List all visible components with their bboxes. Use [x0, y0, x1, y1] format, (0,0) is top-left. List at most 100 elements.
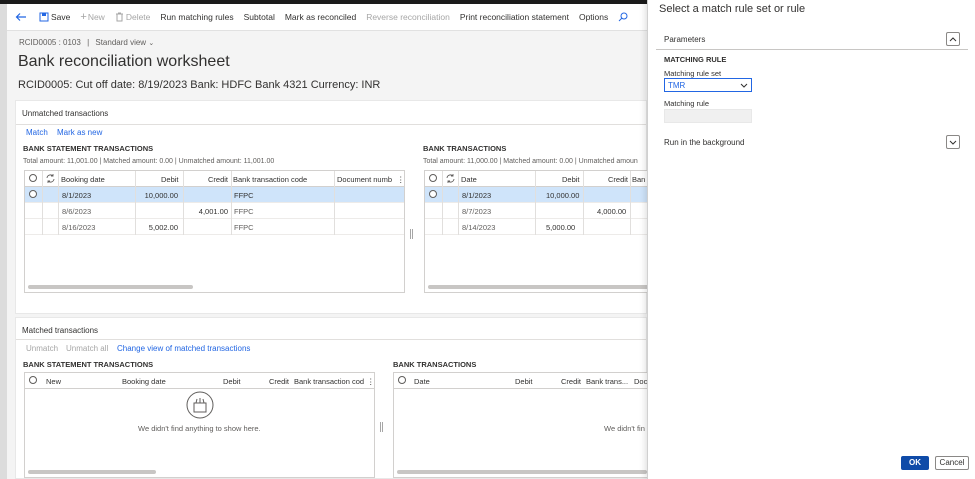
run-in-background-section-header[interactable]: Run in the background [656, 133, 968, 153]
page-title: Bank reconciliation worksheet [18, 53, 230, 70]
save-label: Save [51, 12, 71, 22]
col-date[interactable]: Date [414, 377, 430, 386]
empty-state-icon [186, 391, 214, 419]
col-booking-date[interactable]: Booking date [122, 377, 166, 386]
horizontal-scrollbar[interactable] [28, 285, 193, 289]
mark-as-reconciled-button[interactable]: Mark as reconciled [285, 12, 356, 22]
col-divider [334, 171, 335, 235]
col-date[interactable]: Date [461, 175, 477, 184]
col-bank-transaction-code[interactable]: Bank transaction cod [294, 377, 364, 386]
select-all-radio[interactable] [29, 174, 37, 182]
bank-transactions-totals: Total amount: 11,000.00 | Matched amount… [423, 158, 638, 165]
matching-rule-set-dropdown[interactable]: TMR [664, 78, 752, 92]
collapse-button[interactable] [946, 32, 960, 46]
reverse-reconciliation-button[interactable]: Reverse reconciliation [366, 12, 450, 22]
matched-transactions-panel: Matched transactions Unmatch Unmatch all… [15, 317, 663, 479]
matched-bank-transactions-label: BANK TRANSACTIONS [393, 360, 477, 369]
mark-as-new-button[interactable]: Mark as new [57, 128, 102, 137]
chevron-down-icon[interactable]: ⌄ [148, 40, 154, 47]
horizontal-scrollbar[interactable] [28, 470, 156, 474]
dialog-title: Select a match rule set or rule [659, 3, 806, 15]
col-divider [535, 171, 536, 235]
col-bank[interactable]: Ban [632, 175, 645, 184]
col-bank-transaction-code[interactable]: Bank transaction code [233, 175, 307, 184]
col-doc[interactable]: Doc [634, 377, 647, 386]
print-statement-button[interactable]: Print reconciliation statement [460, 12, 569, 22]
select-all-radio[interactable] [429, 174, 437, 182]
cell-date: 8/7/2023 [462, 207, 492, 216]
grid-splitter[interactable] [380, 422, 383, 432]
col-debit[interactable]: Debit [223, 377, 241, 386]
table-row[interactable]: 8/6/2023 4,001.00 FFPC [25, 203, 404, 219]
col-credit[interactable]: Credit [269, 377, 289, 386]
run-matching-rules-button[interactable]: Run matching rules [160, 12, 233, 22]
change-view-button[interactable]: Change view of matched transactions [117, 344, 250, 353]
view-selector[interactable]: Standard view [95, 38, 146, 47]
matching-rule-section-label: MATCHING RULE [664, 55, 727, 64]
options-tab[interactable]: Options [579, 12, 608, 22]
table-row[interactable]: 8/16/2023 5,002.00 FFPC [25, 219, 404, 235]
ok-button[interactable]: OK [901, 456, 929, 470]
match-button[interactable]: Match [26, 128, 48, 137]
matched-header[interactable]: Matched transactions [22, 326, 98, 335]
parameters-label: Parameters [664, 35, 706, 44]
horizontal-scrollbar[interactable] [428, 285, 653, 289]
col-document-number[interactable]: Document numb [337, 175, 392, 184]
empty-state-message: We didn't fin [604, 424, 645, 433]
back-button[interactable] [15, 12, 29, 22]
unmatch-button[interactable]: Unmatch [26, 344, 58, 353]
unmatched-header[interactable]: Unmatched transactions [22, 109, 108, 118]
divider [16, 124, 646, 125]
expand-button[interactable] [946, 135, 960, 149]
grid-header: Booking date Debit Credit Bank transacti… [25, 171, 404, 187]
row-radio[interactable] [29, 190, 37, 198]
col-debit[interactable]: Debit [161, 175, 179, 184]
grid-header: Date Debit Credit Ban [425, 171, 663, 187]
select-all-radio[interactable] [398, 376, 406, 384]
col-divider [458, 171, 459, 235]
cell-date: 8/6/2023 [62, 207, 92, 216]
new-button[interactable]: + New [80, 11, 104, 23]
column-menu-icon[interactable]: ⋮ [367, 377, 374, 386]
table-row[interactable]: 8/7/2023 4,000.00 [425, 203, 663, 219]
page-subtitle: RCID0005: Cut off date: 8/19/2023 Bank: … [18, 79, 381, 91]
horizontal-scrollbar[interactable] [397, 470, 647, 474]
col-credit[interactable]: Credit [608, 175, 628, 184]
col-credit[interactable]: Credit [561, 377, 581, 386]
cell-debit: 10,000.00 [144, 191, 178, 200]
search-button[interactable] [618, 12, 630, 22]
grid-header: New Booking date Debit Credit Bank trans… [25, 373, 374, 389]
refresh-icon[interactable] [46, 174, 55, 183]
cell-debit: 5,000.00 [546, 223, 576, 232]
bank-transactions-grid: Date Debit Credit Ban 8/1/2023 10,000.00… [424, 170, 664, 293]
grid-splitter[interactable] [410, 229, 413, 239]
table-row[interactable]: 8/1/2023 10,000.00 FFPC [25, 187, 404, 203]
empty-state-message: We didn't find anything to show here. [138, 424, 261, 433]
breadcrumb: RCID0005 : 0103 | Standard view ⌄ [19, 38, 154, 47]
back-arrow-icon [15, 13, 26, 21]
table-row[interactable]: 8/1/2023 10,000.00 [425, 187, 663, 203]
unmatch-all-button[interactable]: Unmatch all [66, 344, 108, 353]
col-new[interactable]: New [46, 377, 61, 386]
delete-button[interactable]: Delete [115, 12, 150, 22]
matching-rule-field[interactable] [664, 109, 752, 123]
trash-icon [115, 12, 123, 22]
cancel-button[interactable]: Cancel [935, 456, 969, 470]
col-divider [630, 171, 631, 235]
bank-statement-label: BANK STATEMENT TRANSACTIONS [23, 144, 154, 153]
col-credit[interactable]: Credit [208, 175, 228, 184]
col-debit[interactable]: Debit [562, 175, 580, 184]
subtotal-button[interactable]: Subtotal [244, 12, 275, 22]
refresh-icon[interactable] [446, 174, 455, 183]
col-bank-trans[interactable]: Bank trans... [586, 377, 628, 386]
match-rule-dialog: Select a match rule set or rule Paramete… [647, 0, 975, 479]
save-button[interactable]: Save [39, 12, 70, 22]
select-all-radio[interactable] [29, 376, 37, 384]
row-radio[interactable] [429, 190, 437, 198]
column-menu-icon[interactable]: ⋮ [397, 175, 404, 184]
parameters-section-header[interactable]: Parameters [656, 30, 968, 50]
table-row[interactable]: 8/14/2023 5,000.00 [425, 219, 663, 235]
col-booking-date[interactable]: Booking date [61, 175, 105, 184]
left-edge [0, 4, 7, 479]
col-debit[interactable]: Debit [515, 377, 533, 386]
